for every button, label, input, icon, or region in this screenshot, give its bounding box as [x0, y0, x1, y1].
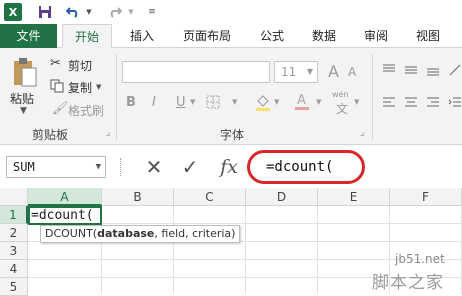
tab-data[interactable]: 数据: [304, 24, 344, 48]
bold-button[interactable]: B: [126, 95, 136, 110]
font-launcher-icon[interactable]: ⌟: [360, 128, 364, 138]
gridline: [245, 206, 246, 294]
paste-label[interactable]: 粘贴: [10, 90, 34, 107]
phonetic-dropdown-icon[interactable]: ▼: [354, 98, 359, 106]
cut-label[interactable]: 剪切: [68, 57, 92, 74]
column-header-a[interactable]: A: [28, 188, 102, 206]
phonetic-char[interactable]: 文: [336, 100, 348, 117]
enter-icon[interactable]: ✓: [176, 154, 204, 180]
copy-label[interactable]: 复制: [68, 79, 92, 96]
name-box[interactable]: SUM ▼: [6, 156, 106, 178]
undo-icon[interactable]: [64, 2, 82, 22]
clipboard-group-label: 剪贴板: [32, 128, 69, 142]
font-size-dropdown-icon[interactable]: ▼: [307, 62, 313, 82]
underline-dropdown-icon[interactable]: ▼: [190, 98, 195, 106]
undo-dropdown-icon[interactable]: ▼: [84, 2, 94, 22]
tab-view[interactable]: 视图: [408, 24, 448, 48]
row-header-2[interactable]: 2: [0, 224, 28, 242]
row-header-4[interactable]: 4: [0, 260, 28, 278]
ribbon-home: 粘贴 ▼ ✂ 剪切 复制 ▼ 🖌 格式刷 剪贴板 ⌟ 11 ▼ A A B I …: [0, 48, 462, 145]
font-color-icon[interactable]: A: [294, 92, 310, 115]
tooltip-function-name[interactable]: DCOUNT(: [45, 227, 97, 240]
watermark-name: 脚本之家: [372, 273, 444, 293]
redo-dropdown-icon[interactable]: ▼: [126, 2, 136, 22]
group-separator: [116, 54, 117, 140]
svg-text:A: A: [297, 93, 306, 108]
select-all-corner[interactable]: [0, 188, 28, 206]
name-box-value: SUM: [13, 160, 35, 174]
align-top-icon[interactable]: [382, 63, 396, 81]
tab-home[interactable]: 开始: [62, 24, 112, 48]
tooltip-current-arg[interactable]: database: [97, 227, 154, 240]
formula-bar: SUM ▼ ✕ ✓ fx =dcount(: [0, 148, 462, 186]
clipboard-launcher-icon[interactable]: ⌟: [106, 128, 110, 138]
format-painter-icon[interactable]: 🖌: [52, 101, 69, 116]
redo-icon[interactable]: [106, 2, 124, 22]
font-size-field[interactable]: 11 ▼: [274, 61, 318, 83]
row-header-5[interactable]: 5: [0, 278, 28, 296]
font-name-field[interactable]: [122, 61, 270, 83]
grow-font-icon[interactable]: A: [328, 62, 339, 81]
borders-dropdown-icon[interactable]: ▼: [232, 98, 237, 106]
tab-review[interactable]: 审阅: [356, 24, 396, 48]
align-center-icon[interactable]: [404, 95, 418, 113]
column-header-f[interactable]: F: [390, 188, 462, 206]
excel-logo-icon: X: [4, 3, 22, 21]
group-separator: [372, 54, 373, 140]
column-header-e[interactable]: E: [318, 188, 390, 206]
align-middle-icon[interactable]: [404, 63, 418, 81]
italic-button[interactable]: I: [152, 95, 156, 110]
row-header-3[interactable]: 3: [0, 242, 28, 260]
column-header-d[interactable]: D: [246, 188, 318, 206]
quick-access-toolbar: X ▼ ▼ ≡: [0, 0, 462, 24]
cancel-icon[interactable]: ✕: [140, 154, 168, 180]
name-box-dropdown-icon[interactable]: ▼: [96, 157, 101, 177]
fill-color-dropdown-icon[interactable]: ▼: [274, 98, 279, 106]
paste-icon[interactable]: [12, 56, 38, 92]
copy-icon[interactable]: [50, 79, 64, 97]
insert-function-button[interactable]: fx: [214, 154, 244, 180]
orientation-icon[interactable]: [448, 63, 462, 81]
indent-icon[interactable]: [448, 95, 462, 113]
fill-color-icon[interactable]: [254, 93, 272, 115]
save-icon[interactable]: [36, 2, 54, 22]
tab-insert[interactable]: 插入: [122, 24, 162, 48]
font-size-value: 11: [281, 65, 297, 79]
borders-icon[interactable]: [206, 95, 220, 113]
align-left-icon[interactable]: [382, 95, 396, 113]
underline-button[interactable]: U: [176, 95, 186, 110]
tooltip-remaining-args: , field, criteria): [154, 227, 236, 240]
active-cell-a1[interactable]: =dcount(: [28, 206, 102, 225]
gridline: [317, 206, 318, 294]
format-painter-label[interactable]: 格式刷: [68, 102, 104, 119]
align-right-icon[interactable]: [426, 95, 440, 113]
phonetic-label[interactable]: wén: [332, 90, 349, 99]
cut-icon[interactable]: ✂: [50, 56, 61, 71]
tab-file[interactable]: 文件: [0, 24, 57, 48]
row-header-1[interactable]: 1: [0, 206, 28, 224]
tab-page-layout[interactable]: 页面布局: [176, 24, 238, 48]
ribbon-tabs: 文件 开始 插入 页面布局 公式 数据 审阅 视图: [0, 24, 462, 48]
align-bottom-icon[interactable]: [426, 63, 440, 81]
copy-dropdown-icon[interactable]: ▼: [96, 83, 101, 91]
shrink-font-icon[interactable]: A: [348, 65, 356, 79]
highlight-annotation: [247, 150, 365, 184]
function-argument-tooltip[interactable]: DCOUNT(database, field, criteria): [40, 225, 241, 243]
font-group-label: 字体: [220, 128, 245, 142]
font-color-dropdown-icon[interactable]: ▼: [316, 98, 321, 106]
formula-bar-grip: [120, 158, 122, 176]
tab-formulas[interactable]: 公式: [252, 24, 292, 48]
column-header-c[interactable]: C: [174, 188, 246, 206]
watermark-site: jb51.net: [395, 252, 445, 266]
customize-icon[interactable]: ≡: [146, 2, 158, 22]
paste-dropdown-icon[interactable]: ▼: [20, 106, 27, 116]
gridline: [173, 206, 174, 294]
column-header-b[interactable]: B: [102, 188, 174, 206]
